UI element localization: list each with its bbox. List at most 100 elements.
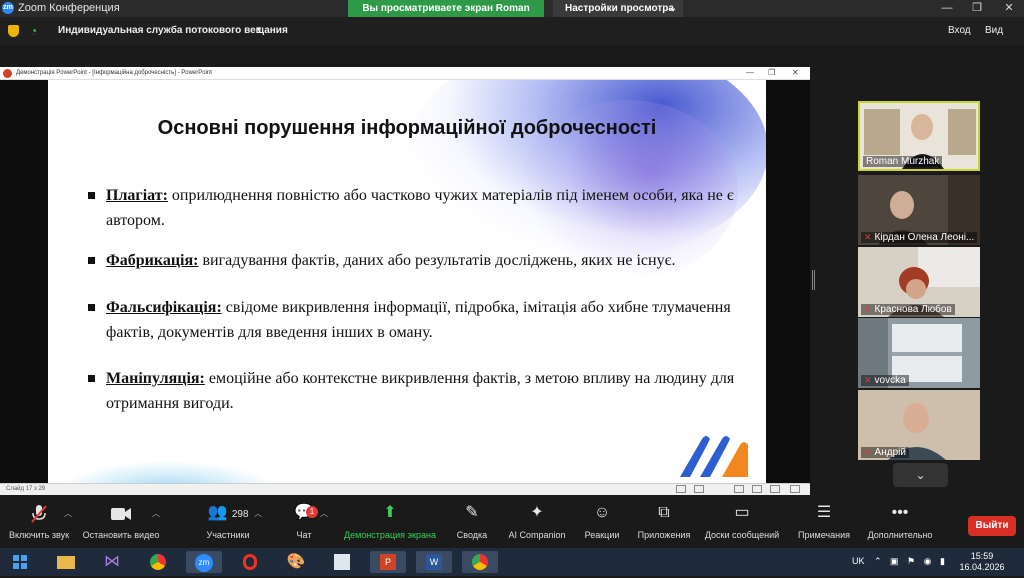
chrome-taskbar-icon[interactable] (462, 551, 498, 573)
ppt-restore-icon: ❐ (768, 68, 776, 77)
opera-icon[interactable] (232, 551, 268, 573)
ai-companion-button[interactable]: ✦ AI Companion (504, 500, 570, 548)
clock[interactable]: 15:59 16.04.2026 (954, 551, 1010, 573)
apps-button[interactable]: ⧉ Приложения (634, 500, 694, 548)
whiteboard-icon: ▭ (734, 504, 750, 521)
notes-icon: ☰ (816, 504, 832, 521)
participant-tile[interactable]: ✕ Андрій (858, 390, 980, 460)
reactions-button[interactable]: ☺ Реакции (580, 500, 624, 548)
window-title: Zoom Конференция (18, 2, 120, 14)
zoom-logo-icon: zm (2, 2, 14, 14)
powerpoint-taskbar-icon[interactable]: P (370, 551, 406, 573)
share-banner: Вы просматриваете экран Roman Murzhak (348, 0, 544, 31)
view-settings-label: Настройки просмотра (565, 3, 674, 14)
bullet-term: Маніпуляція: (106, 370, 205, 387)
chevron-down-icon[interactable]: ▼ (255, 25, 263, 34)
system-tray: UK ⌃ ▣ ⚑ ◉ ▮ 15:59 16.04.2026 (834, 548, 1024, 576)
participant-tile[interactable]: Roman Murzhak (858, 101, 980, 171)
muted-mic-icon: ✕ (864, 304, 872, 314)
summary-icon: ✎ (465, 504, 479, 521)
chevron-up-icon[interactable]: ︿ (64, 508, 72, 519)
scroll-down-button[interactable]: ⌄ (893, 463, 948, 487)
share-screen-button[interactable]: ⬆ Демонстрация экрана (340, 500, 440, 548)
paint-icon[interactable]: 🎨 (278, 551, 314, 573)
bullet-text: оприлюднення повністю або частково чужих… (106, 187, 734, 229)
signal-icon[interactable]: ◔ (30, 24, 37, 38)
file-explorer-icon[interactable] (48, 551, 84, 573)
prev-icon (676, 485, 686, 493)
chevron-up-icon[interactable]: ︿ (152, 508, 160, 519)
muted-mic-icon: ✕ (864, 232, 872, 242)
more-icon: ••• (891, 504, 909, 521)
word-taskbar-icon[interactable]: W (416, 551, 452, 573)
sparkle-icon: ✦ (530, 504, 544, 521)
language-indicator[interactable]: UK (852, 556, 865, 566)
participants-icon: 👥 298 (207, 504, 249, 521)
view-settings-button[interactable]: Настройки просмотра ⌄ (553, 0, 683, 17)
notes-button[interactable]: ☰ Примечания (792, 500, 856, 548)
audio-button[interactable]: Включить звук ︿ (4, 500, 74, 548)
summary-button[interactable]: ✎ Сводка (450, 500, 494, 548)
chevron-down-icon: ⌄ (915, 468, 926, 482)
meeting-info-bar: ◔ Индивидуальная служба потокового вещан… (0, 17, 1024, 45)
panel-resize-handle[interactable] (812, 270, 815, 290)
tray-icons[interactable]: ⌃ ▣ ⚑ ◉ ▮ (874, 556, 948, 567)
chevron-up-icon[interactable]: ︿ (320, 508, 328, 519)
video-button[interactable]: Остановить видео ︿ (80, 500, 162, 548)
windows-taskbar: ⋈ zm 🎨 P W UK ⌃ ▣ ⚑ ◉ ▮ 15:59 16.04.2026 (0, 548, 1024, 576)
whiteboards-button[interactable]: ▭ Доски сообщений (702, 500, 782, 548)
slide-title: Основні порушення інформаційної доброчес… (157, 117, 657, 139)
participant-name: ✕ vovcka (861, 375, 909, 386)
streaming-label[interactable]: Индивидуальная служба потокового вещания (58, 25, 288, 36)
bullet-text: вигадування фактів, даних або результаті… (198, 252, 676, 269)
minimize-icon[interactable]: — (932, 0, 962, 17)
participant-tile[interactable]: ✕ vovcka (858, 318, 980, 388)
participant-name: ✕ Андрій (861, 447, 909, 458)
bullet-term: Плагіат: (106, 187, 168, 204)
participant-tile[interactable]: ✕ Краснова Любов (858, 247, 980, 317)
chevron-up-icon[interactable]: ︿ (254, 508, 262, 519)
participant-name: Roman Murzhak (863, 156, 943, 167)
app-icon[interactable] (324, 551, 360, 573)
apps-icon: ⧉ (658, 504, 670, 521)
reactions-icon: ☺ (593, 504, 611, 521)
muted-mic-icon: ✕ (864, 447, 872, 457)
leave-button[interactable]: Выйти (968, 516, 1016, 536)
ppt-title-bar: Демонстрація PowerPoint - [Інформаційна … (0, 67, 810, 80)
bullet-term: Фальсифікація: (106, 299, 222, 316)
bullet-icon (88, 304, 95, 311)
muted-mic-icon: ✕ (864, 375, 872, 385)
normal-view-icon (734, 485, 744, 493)
chat-badge: 1 (306, 506, 318, 518)
slide-counter: Слайд 17 з 29 (6, 486, 46, 492)
participant-name: ✕ Краснова Любов (861, 304, 955, 315)
ppt-close-icon: ✕ (792, 68, 799, 77)
bullet-icon (88, 375, 95, 382)
exit-fullscreen-button[interactable]: Вход (948, 25, 971, 36)
shield-icon[interactable] (8, 25, 19, 37)
bullet-icon (88, 192, 95, 199)
chat-button[interactable]: 💬 Чат 1 ︿ (284, 500, 328, 548)
more-button[interactable]: ••• Дополнительно (864, 500, 936, 548)
decorative-gradient (48, 460, 288, 483)
ppt-status-bar: Слайд 17 з 29 (0, 483, 810, 495)
view-button[interactable]: Вид (985, 25, 1003, 36)
slide-letterbox-right (766, 80, 810, 483)
ppt-window-title: Демонстрація PowerPoint - [Інформаційна … (16, 70, 212, 76)
chevron-down-icon: ⌄ (668, 3, 677, 14)
participants-button[interactable]: 👥 298 Участники ︿ (196, 500, 263, 548)
bullet-term: Фабрикація: (106, 252, 199, 269)
bullet-item: Маніпуляція: емоційне або контекстне вик… (88, 366, 748, 416)
chrome-icon[interactable] (140, 551, 176, 573)
start-icon[interactable] (2, 551, 38, 573)
visual-studio-icon[interactable]: ⋈ (94, 551, 130, 573)
participant-tile[interactable]: ✕ Кірдан Олена Леоні... (858, 175, 980, 245)
organization-logo (680, 436, 748, 477)
bullet-item: Фальсифікація: свідоме викривлення інфор… (88, 295, 748, 345)
close-icon[interactable]: ✕ (994, 0, 1024, 17)
zoom-taskbar-icon[interactable]: zm (186, 551, 222, 573)
slide-letterbox-left (0, 80, 48, 483)
maximize-icon[interactable]: ❐ (962, 0, 992, 17)
bullet-icon (88, 257, 95, 264)
meeting-toolbar: Включить звук ︿ Остановить видео ︿ 👥 298… (0, 500, 1024, 548)
